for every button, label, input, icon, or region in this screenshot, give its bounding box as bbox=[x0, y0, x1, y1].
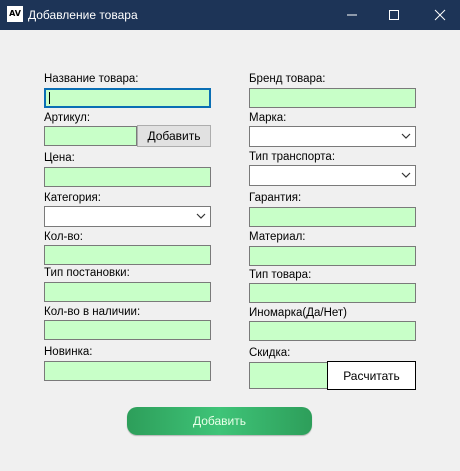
foreign-brand-input[interactable] bbox=[249, 321, 416, 341]
name-label: Название товара: bbox=[44, 73, 139, 85]
foreign-brand-label: Иномарка(Да/Нет) bbox=[249, 307, 348, 319]
title-bar: AV Добавление товара bbox=[0, 0, 460, 30]
material-input[interactable] bbox=[249, 246, 416, 266]
install-type-label: Тип постановки: bbox=[44, 267, 130, 279]
product-type-input[interactable] bbox=[249, 283, 416, 303]
article-add-button[interactable]: Добавить bbox=[137, 125, 211, 147]
close-button[interactable] bbox=[420, 0, 460, 30]
transport-type-select[interactable] bbox=[249, 165, 416, 186]
maximize-icon bbox=[389, 10, 399, 20]
price-input[interactable] bbox=[44, 167, 211, 187]
window-title: Добавление товара bbox=[28, 8, 138, 22]
warranty-label: Гарантия: bbox=[249, 192, 302, 204]
category-label: Категория: bbox=[44, 192, 101, 204]
minimize-button[interactable] bbox=[332, 0, 372, 30]
article-label: Артикул: bbox=[44, 112, 91, 124]
in-stock-label: Кол-во в наличии: bbox=[44, 306, 141, 318]
close-icon bbox=[434, 9, 446, 21]
transport-type-label: Тип транспорта: bbox=[249, 151, 336, 163]
install-type-input[interactable] bbox=[44, 282, 211, 302]
make-select[interactable] bbox=[249, 126, 416, 147]
article-input[interactable] bbox=[44, 126, 137, 146]
discount-label: Скидка: bbox=[249, 347, 291, 359]
name-input[interactable] bbox=[44, 88, 211, 108]
material-label: Материал: bbox=[249, 231, 306, 243]
submit-add-button[interactable]: Добавить bbox=[127, 407, 312, 435]
chevron-down-icon bbox=[401, 172, 411, 178]
app-icon: AV bbox=[7, 6, 23, 22]
brand-label: Бренд товара: bbox=[249, 73, 326, 85]
chevron-down-icon bbox=[401, 133, 411, 139]
text-caret bbox=[49, 92, 50, 104]
brand-input[interactable] bbox=[249, 88, 416, 108]
novelty-label: Новинка: bbox=[44, 346, 93, 358]
discount-input[interactable] bbox=[249, 362, 329, 389]
minimize-icon bbox=[347, 14, 357, 16]
novelty-input[interactable] bbox=[44, 361, 211, 381]
chevron-down-icon bbox=[196, 213, 206, 219]
product-type-label: Тип товара: bbox=[249, 269, 312, 281]
category-select[interactable] bbox=[44, 206, 211, 227]
maximize-button[interactable] bbox=[374, 0, 414, 30]
make-label: Марка: bbox=[249, 112, 287, 124]
quantity-label: Кол-во: bbox=[44, 231, 83, 243]
in-stock-input[interactable] bbox=[44, 320, 211, 340]
calculate-button[interactable]: Расчитать bbox=[327, 361, 416, 390]
quantity-input[interactable] bbox=[44, 245, 211, 265]
price-label: Цена: bbox=[44, 152, 75, 164]
warranty-input[interactable] bbox=[249, 207, 416, 227]
